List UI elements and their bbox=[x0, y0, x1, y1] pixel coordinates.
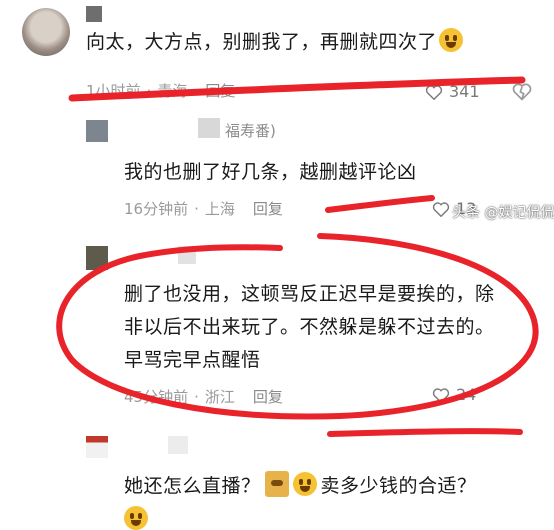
crying-emoji-icon bbox=[124, 506, 148, 530]
like-count: 341 bbox=[449, 82, 480, 101]
comment-location: 浙江 bbox=[204, 388, 235, 406]
comment-location: 青海 bbox=[157, 82, 188, 100]
comment-text: 向太，大方点，别删我了，再删就四次了 bbox=[86, 26, 464, 58]
comment-time: 16分钟前 bbox=[124, 200, 189, 218]
comment-text-line: 非以后不出来玩了。不然躲是躲不过去的。 bbox=[124, 316, 495, 338]
heart-icon bbox=[432, 387, 450, 403]
reply-button[interactable]: 回复 bbox=[253, 388, 283, 406]
comment-text: 她还怎么直播？ 卖多少钱的合适？ bbox=[124, 470, 477, 502]
username-redacted[interactable] bbox=[168, 436, 188, 454]
username-redacted[interactable] bbox=[198, 118, 220, 138]
comment-text-content: 向太，大方点，别删我了，再删就四次了 bbox=[86, 31, 438, 53]
red-annotation-strokes bbox=[56, 76, 539, 437]
like-count: 24 bbox=[456, 385, 477, 404]
crying-emoji-icon bbox=[292, 472, 317, 496]
avatar[interactable] bbox=[86, 246, 108, 270]
comment-time: 45分钟前 bbox=[124, 388, 189, 406]
comment-location: 上海 bbox=[204, 200, 235, 218]
reply-button[interactable]: 回复 bbox=[253, 200, 283, 218]
avatar[interactable] bbox=[86, 120, 108, 142]
comment-text-line: 早骂完早点醒悟 bbox=[124, 349, 261, 371]
username-partial[interactable]: 福寿番) bbox=[225, 120, 276, 141]
comment-meta: 16分钟前 · 上海 回复 bbox=[124, 200, 283, 218]
comment-meta: 45分钟前 · 浙江 回复 bbox=[124, 388, 283, 406]
comment-time: 1小时前 bbox=[86, 82, 141, 100]
underline-stroke bbox=[327, 428, 523, 437]
username-redacted[interactable] bbox=[86, 6, 102, 22]
like-button[interactable]: 341 bbox=[425, 82, 480, 101]
crying-emoji-icon bbox=[439, 28, 464, 52]
comment-text-prefix: 她还怎么直播？ bbox=[124, 475, 261, 497]
underline-stroke bbox=[325, 195, 435, 213]
comment-text-suffix: 卖多少钱的合适？ bbox=[320, 475, 477, 497]
heart-icon bbox=[425, 84, 443, 100]
comment-text-line: 删了也没用，这顿骂反正迟早是要挨的，除 bbox=[124, 283, 495, 305]
avatar[interactable] bbox=[22, 8, 70, 56]
username-redacted[interactable] bbox=[178, 246, 196, 264]
cat-emoji-icon bbox=[264, 471, 289, 497]
heart-icon bbox=[432, 201, 450, 217]
comment-text: 我的也删了好几条，越删越评论凶 bbox=[124, 161, 417, 183]
avatar[interactable] bbox=[86, 436, 108, 458]
dislike-icon[interactable] bbox=[512, 82, 532, 102]
watermark: 头条 @娱记侃侃 bbox=[452, 205, 554, 221]
like-button[interactable]: 24 bbox=[432, 385, 476, 404]
reply-button[interactable]: 回复 bbox=[205, 82, 235, 100]
comment-meta: 1小时前 · 青海 回复 bbox=[86, 82, 236, 100]
